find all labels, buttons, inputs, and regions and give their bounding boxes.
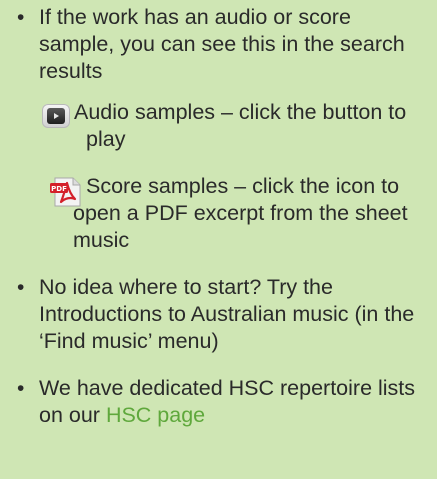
pdf-file-icon[interactable]: PDF <box>36 175 81 209</box>
score-sample-text: Score samples – click the icon to open a… <box>73 174 408 252</box>
audio-sample-item: Audio samples – click the button to play <box>14 99 423 153</box>
audio-play-button-icon[interactable] <box>42 104 70 128</box>
bullet-item-hsc: • We have dedicated HSC repertoire lists… <box>14 375 423 429</box>
hsc-page-link[interactable]: HSC page <box>106 403 205 427</box>
audio-sample-text: Audio samples – click the button to play <box>74 100 407 151</box>
info-panel: • If the work has an audio or score samp… <box>0 0 437 479</box>
bullet-dot: • <box>17 377 25 400</box>
score-sample-item: PDF Score samples – click the icon to op… <box>14 173 423 254</box>
bullet-text: We have dedicated HSC repertoire lists o… <box>39 375 423 429</box>
bullet-dot: • <box>17 276 25 299</box>
bullet-dot: • <box>17 6 25 29</box>
bullet-item-introductions: • No idea where to start? Try the Introd… <box>14 274 423 355</box>
bullet-text: No idea where to start? Try the Introduc… <box>39 275 415 353</box>
bullet-text: If the work has an audio or score sample… <box>39 5 405 83</box>
svg-text:PDF: PDF <box>51 185 67 193</box>
bullet-item-samples: • If the work has an audio or score samp… <box>14 4 423 85</box>
hsc-text: We have dedicated HSC repertoire lists o… <box>39 376 416 427</box>
